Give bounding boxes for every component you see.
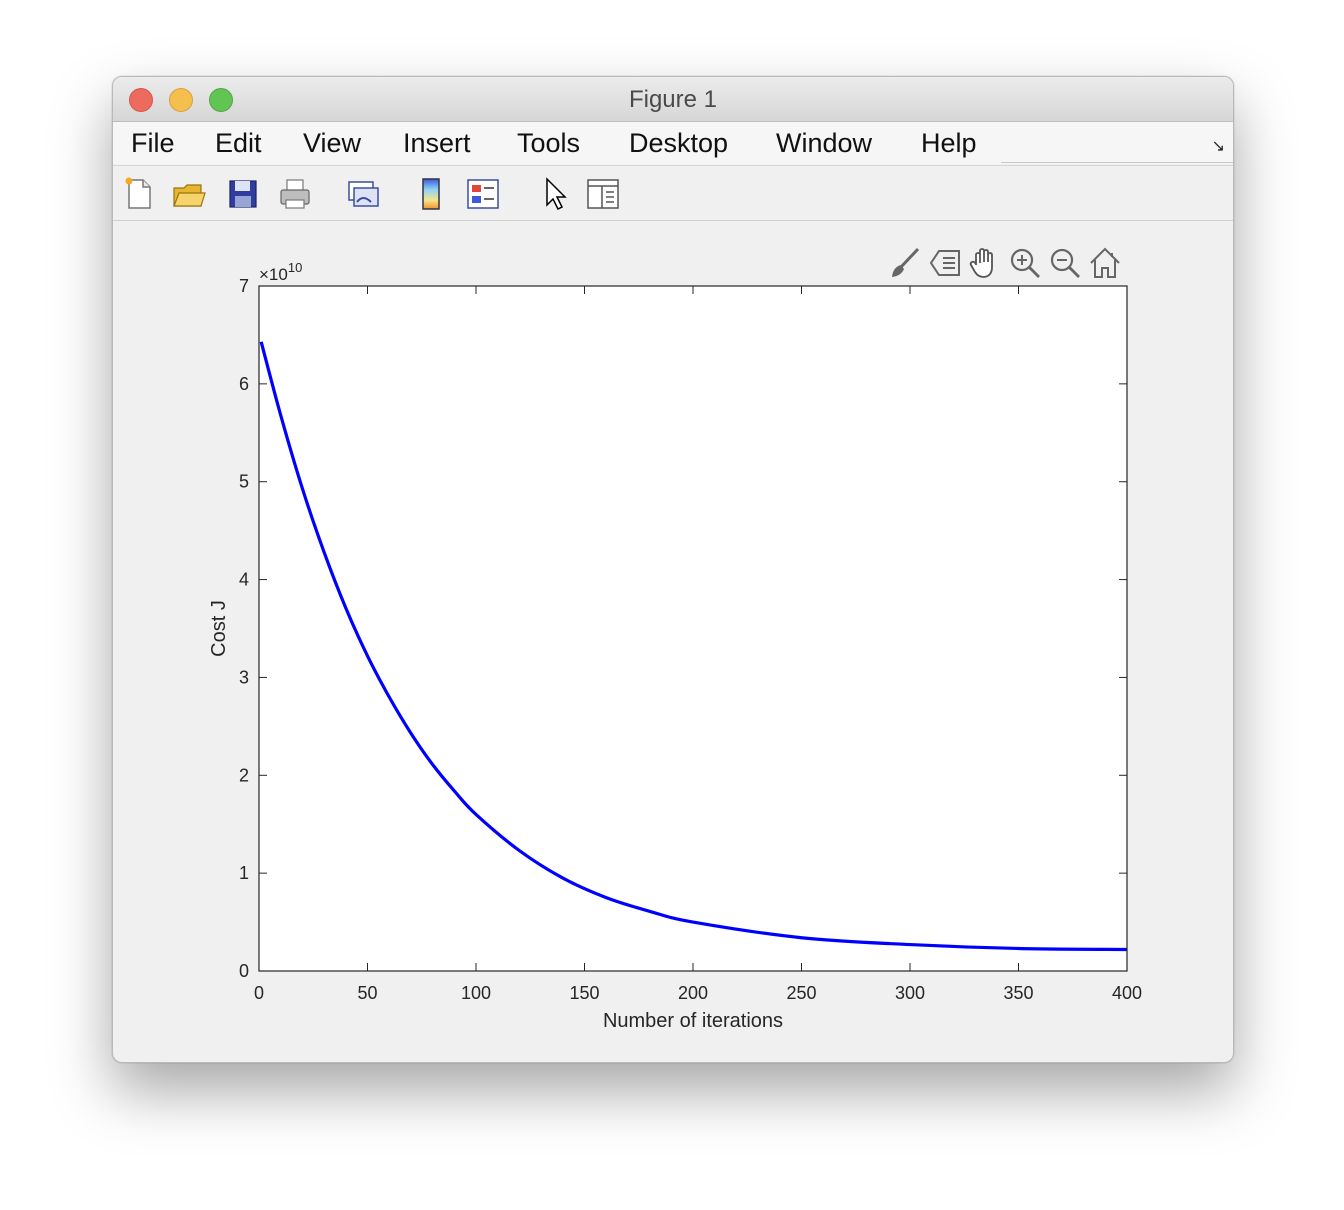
menu-divider: [1001, 162, 1233, 163]
menu-view[interactable]: View: [303, 128, 361, 159]
y-axis-label: Cost J: [208, 600, 230, 657]
menu-bar: File Edit View Insert Tools Desktop Wind…: [113, 122, 1233, 164]
axes-background[interactable]: [259, 286, 1127, 971]
x-axis-label: Number of iterations: [603, 1010, 783, 1032]
x-tick-label: 400: [1112, 983, 1142, 1003]
x-tick-label: 0: [254, 983, 264, 1003]
insert-legend-icon[interactable]: [465, 176, 501, 212]
window-title: Figure 1: [628, 86, 718, 113]
y-tick-label: 6: [239, 374, 249, 394]
new-figure-icon[interactable]: [121, 176, 157, 212]
y-tick-label: 5: [239, 472, 249, 492]
print-icon[interactable]: [277, 176, 313, 212]
menu-window[interactable]: Window: [776, 128, 872, 159]
y-tick-label: 2: [239, 765, 249, 785]
x-tick-label: 250: [786, 983, 816, 1003]
menu-desktop[interactable]: Desktop: [629, 128, 728, 159]
y-tick-label: 1: [239, 863, 249, 883]
y-tick-label: 7: [239, 276, 249, 296]
x-tick-label: 300: [895, 983, 925, 1003]
menu-help[interactable]: Help: [921, 128, 977, 159]
figure-canvas: 0 50 100 150 200 250 300 350 400 0 1 2 3 4 5 6 7 ×1010 N…: [113, 220, 1233, 1062]
y-tick-label: 4: [239, 570, 249, 590]
figure-window: Figure 1 File Edit View Insert Tools Des…: [112, 76, 1234, 1063]
menu-tools[interactable]: Tools: [517, 128, 580, 159]
x-tick-label: 100: [461, 983, 491, 1003]
x-tick-label: 350: [1003, 983, 1033, 1003]
x-tick-label: 50: [357, 983, 377, 1003]
edit-pointer-icon[interactable]: [537, 176, 573, 212]
y-tick-label: 0: [239, 961, 249, 981]
y-tick-label: 3: [239, 667, 249, 687]
plot-svg: 0 50 100 150 200 250 300 350 400 0 1 2 3 4 5 6 7 ×1010 N…: [208, 260, 1142, 1032]
save-icon[interactable]: [225, 176, 261, 212]
insert-colorbar-icon[interactable]: [413, 176, 449, 212]
x-tick-label: 150: [569, 983, 599, 1003]
property-inspector-icon[interactable]: [585, 176, 621, 212]
menu-file[interactable]: File: [131, 128, 175, 159]
dock-figure-icon[interactable]: ↘: [1212, 136, 1225, 156]
menu-insert[interactable]: Insert: [403, 128, 471, 159]
x-tick-label: 200: [678, 983, 708, 1003]
link-plot-icon[interactable]: [345, 176, 381, 212]
menu-edit[interactable]: Edit: [215, 128, 262, 159]
y-exponent-label: ×1010: [259, 260, 302, 284]
figure-toolbar: [113, 165, 1233, 221]
open-file-icon[interactable]: [171, 176, 207, 212]
title-bar[interactable]: Figure 1: [113, 77, 1233, 122]
